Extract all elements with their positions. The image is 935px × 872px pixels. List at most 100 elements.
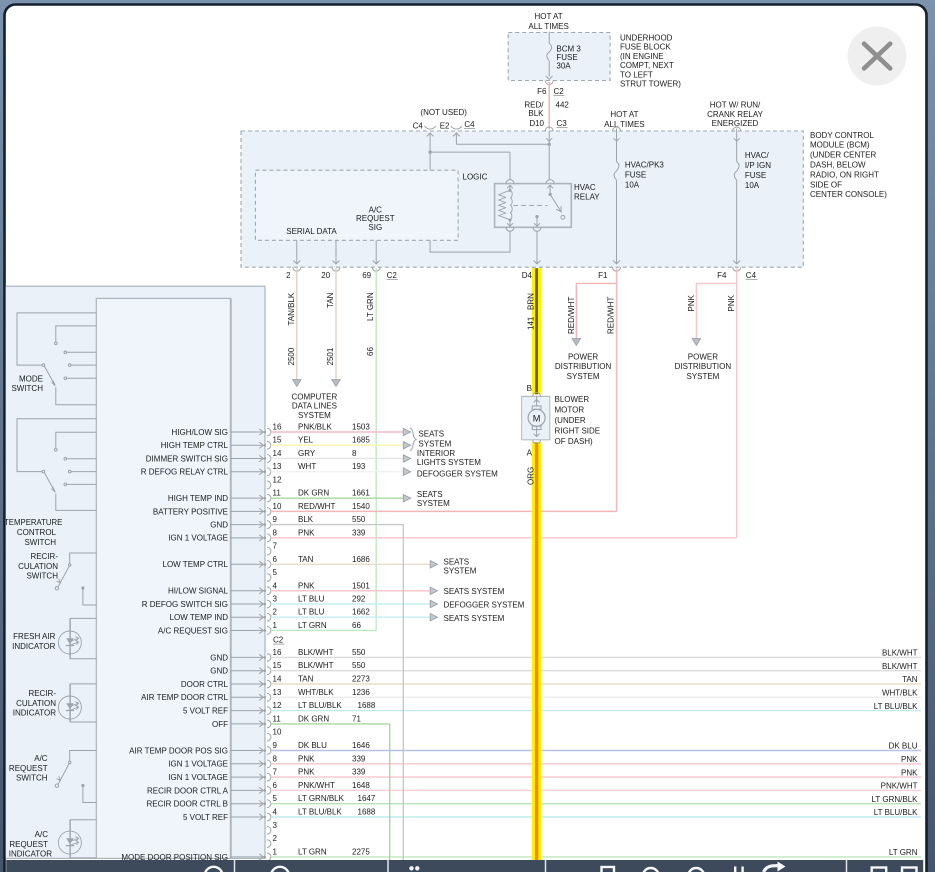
svg-text:E2: E2 — [440, 122, 450, 131]
svg-text:HVAC/PK3: HVAC/PK3 — [625, 161, 665, 170]
svg-text:6: 6 — [273, 781, 278, 790]
svg-text:SEATS: SEATS — [444, 558, 470, 567]
svg-text:SYSTEM: SYSTEM — [686, 372, 719, 381]
svg-text:WHT/BLK: WHT/BLK — [298, 688, 334, 697]
svg-text:SEATS: SEATS — [418, 430, 444, 439]
svg-text:30A: 30A — [556, 61, 571, 70]
svg-text:RED/WHT: RED/WHT — [567, 297, 576, 334]
svg-text:RIGHT SIDE: RIGHT SIDE — [555, 427, 601, 436]
svg-text:DISTRIBUTION: DISTRIBUTION — [555, 362, 612, 371]
svg-text:14: 14 — [273, 449, 282, 458]
svg-text:10A: 10A — [625, 180, 640, 189]
svg-text:IGN 1 VOLTAGE: IGN 1 VOLTAGE — [168, 760, 228, 769]
svg-text:TO LEFT: TO LEFT — [620, 70, 653, 79]
svg-text:C2: C2 — [273, 636, 284, 645]
svg-text:14: 14 — [273, 675, 282, 684]
svg-text:339: 339 — [352, 768, 366, 777]
svg-text:A/C: A/C — [34, 754, 48, 763]
svg-text:12: 12 — [273, 475, 282, 484]
svg-text:R DEFOG RELAY CTRL: R DEFOG RELAY CTRL — [141, 468, 229, 477]
svg-text:(NOT USED): (NOT USED) — [420, 108, 467, 117]
svg-text:SYSTEM: SYSTEM — [418, 439, 451, 448]
svg-text:11: 11 — [273, 714, 282, 723]
svg-text:SEATS SYSTEM: SEATS SYSTEM — [444, 614, 505, 623]
svg-text:M: M — [533, 413, 541, 423]
svg-text:339: 339 — [352, 754, 366, 763]
svg-text:20: 20 — [321, 271, 330, 280]
svg-text:HOT W/ RUN/: HOT W/ RUN/ — [710, 101, 761, 110]
svg-text:LT GRN/BLK: LT GRN/BLK — [298, 794, 345, 803]
svg-text:2: 2 — [273, 834, 278, 843]
svg-text:HIGH TEMP IND: HIGH TEMP IND — [168, 494, 228, 503]
svg-text:BLK/WHT: BLK/WHT — [298, 661, 334, 670]
svg-text:ALL TIMES: ALL TIMES — [604, 120, 644, 129]
svg-text:1688: 1688 — [358, 701, 376, 710]
svg-text:GND: GND — [210, 521, 228, 530]
svg-text:16: 16 — [273, 423, 282, 432]
svg-text:292: 292 — [352, 594, 366, 603]
svg-text:LT GRN/BLK: LT GRN/BLK — [872, 795, 919, 804]
svg-text:1686: 1686 — [352, 555, 370, 564]
svg-text:TAN: TAN — [298, 675, 314, 684]
svg-text:BODY CONTROL: BODY CONTROL — [810, 131, 874, 140]
svg-text:13: 13 — [273, 462, 282, 471]
svg-text:IGN 1 VOLTAGE: IGN 1 VOLTAGE — [168, 534, 228, 543]
svg-text:15: 15 — [273, 661, 282, 670]
svg-text:DISTRIBUTION: DISTRIBUTION — [675, 362, 732, 371]
svg-text:D10: D10 — [529, 119, 544, 128]
svg-text:MOTOR: MOTOR — [555, 405, 585, 414]
svg-text:PNK: PNK — [901, 755, 918, 764]
svg-text:A/C: A/C — [369, 205, 383, 214]
svg-text:D4: D4 — [522, 271, 533, 280]
svg-text:HVAC: HVAC — [574, 183, 596, 192]
svg-text:PNK: PNK — [298, 768, 315, 777]
svg-text:DK BLU: DK BLU — [298, 741, 327, 750]
svg-text:LT BLU/BLK: LT BLU/BLK — [874, 808, 918, 817]
svg-text:IGN 1 VOLTAGE: IGN 1 VOLTAGE — [168, 773, 228, 782]
svg-text:I/P IGN: I/P IGN — [745, 161, 771, 170]
svg-text:WHT/BLK: WHT/BLK — [882, 689, 918, 698]
svg-text:9: 9 — [273, 515, 278, 524]
svg-text:2501: 2501 — [326, 347, 335, 365]
svg-text:DATA LINES: DATA LINES — [292, 402, 337, 411]
svg-text:1236: 1236 — [352, 688, 370, 697]
svg-text:CRANK RELAY: CRANK RELAY — [707, 110, 764, 119]
svg-text:DK GRN: DK GRN — [298, 714, 329, 723]
svg-text:1503: 1503 — [352, 423, 370, 432]
svg-text:FRESH AIR: FRESH AIR — [13, 632, 55, 641]
svg-text:1688: 1688 — [358, 808, 376, 817]
svg-text:ENERGIZED: ENERGIZED — [712, 119, 759, 128]
svg-text:SERIAL DATA: SERIAL DATA — [286, 227, 337, 236]
svg-text:1647: 1647 — [358, 794, 376, 803]
svg-text:PNK: PNK — [687, 294, 696, 311]
svg-text:4: 4 — [273, 581, 278, 590]
svg-text:1648: 1648 — [352, 781, 370, 790]
svg-text:BATTERY POSITIVE: BATTERY POSITIVE — [153, 507, 228, 516]
svg-text:INDICATOR: INDICATOR — [9, 850, 52, 859]
svg-text:5 VOLT REF: 5 VOLT REF — [183, 813, 228, 822]
svg-text:HI/LOW SIGNAL: HI/LOW SIGNAL — [168, 587, 229, 596]
svg-text:13: 13 — [273, 688, 282, 697]
svg-text:C3: C3 — [557, 119, 568, 128]
svg-text:PNK/WHT: PNK/WHT — [298, 781, 335, 790]
svg-text:B: B — [527, 384, 532, 393]
svg-text:OFF: OFF — [212, 720, 228, 729]
svg-text:F1: F1 — [598, 271, 608, 280]
svg-text:RED/WHT: RED/WHT — [607, 297, 616, 334]
svg-text:10A: 10A — [745, 181, 760, 190]
svg-text:CONTROL: CONTROL — [17, 528, 57, 537]
svg-text:C4: C4 — [464, 120, 475, 129]
svg-text:GND: GND — [210, 653, 228, 662]
svg-text:PNK: PNK — [298, 581, 315, 590]
svg-text:1: 1 — [273, 621, 278, 630]
svg-text:GND: GND — [210, 667, 228, 676]
svg-text:SWITCH: SWITCH — [26, 572, 58, 581]
svg-text:339: 339 — [352, 528, 366, 537]
svg-text:SYSTEM: SYSTEM — [444, 567, 477, 576]
svg-text:BLK: BLK — [528, 109, 544, 118]
svg-text:POWER: POWER — [688, 353, 718, 362]
svg-text:INDICATOR: INDICATOR — [12, 642, 55, 651]
svg-text:INTERIOR: INTERIOR — [417, 449, 455, 458]
svg-text:7: 7 — [273, 542, 278, 551]
svg-text:LT BLU/BLK: LT BLU/BLK — [298, 701, 342, 710]
